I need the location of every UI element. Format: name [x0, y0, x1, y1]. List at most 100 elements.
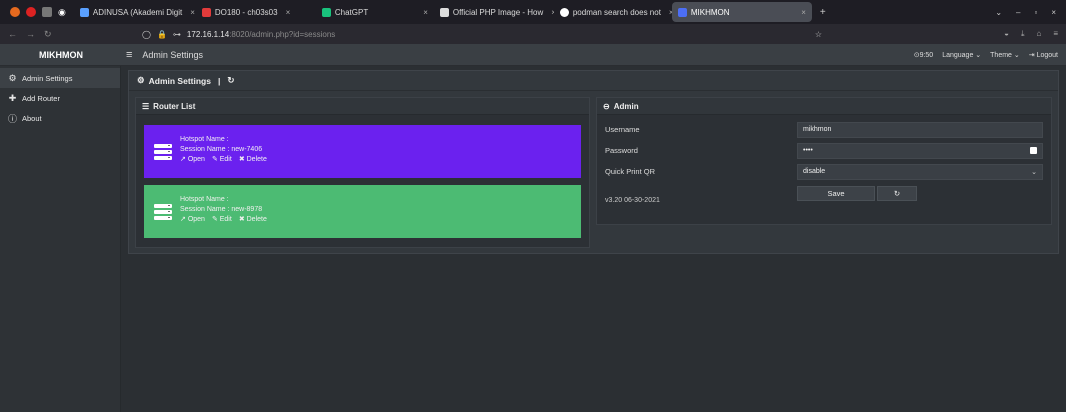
sidebar: ⚙ Admin Settings ✚ Add Router ⓘ About — [0, 66, 121, 412]
info-icon: ⓘ — [8, 113, 18, 124]
plus-icon: ✚ — [8, 92, 17, 103]
card-body: ☰ Router List Hotspot Name : Session Nam… — [129, 91, 1058, 248]
tab-php-image[interactable]: Official PHP Image - How × — [434, 2, 554, 22]
delete-link[interactable]: ✖ Delete — [239, 215, 267, 225]
card-header: ⚙ Admin Settings | ↻ — [129, 71, 1058, 91]
admin-header: ⊖ Admin — [597, 98, 1051, 115]
close-icon[interactable]: × — [423, 8, 428, 17]
admin-form: Username mikhmon Password •••• Quick Pri… — [597, 115, 1051, 204]
chevron-down-icon[interactable]: ⌄ — [995, 8, 1002, 17]
password-row: Password •••• — [605, 140, 1043, 161]
theme-dropdown[interactable]: Theme ⌄ — [990, 51, 1020, 59]
gear-icon: ⚙ — [8, 72, 17, 83]
new-tab-icon[interactable]: + — [820, 7, 826, 18]
sidebar-item-label: About — [22, 113, 42, 123]
qr-select[interactable]: disable ⌄ — [797, 163, 1043, 180]
sidebar-item-label: Add Router — [22, 93, 60, 103]
username-label: Username — [605, 125, 640, 134]
key-icon: ⊶ — [172, 29, 181, 39]
qr-row: Quick Print QR disable ⌄ — [605, 161, 1043, 182]
firefox-icon[interactable] — [10, 7, 20, 17]
record-icon[interactable] — [26, 7, 36, 17]
close-icon[interactable]: × — [286, 8, 291, 17]
tab-favicon — [439, 7, 449, 17]
pocket-icon[interactable]: ◒ — [1004, 29, 1009, 39]
hotspot-name: Hotspot Name : — [180, 195, 229, 203]
tab-favicon — [79, 7, 89, 17]
sidebar-item-admin-settings[interactable]: ⚙ Admin Settings — [0, 68, 120, 88]
title-separator: | — [217, 75, 221, 86]
username-field[interactable]: mikhmon — [797, 121, 1043, 138]
forward-icon[interactable]: → — [26, 29, 35, 40]
bookmark-star-icon[interactable]: ☆ — [815, 30, 822, 39]
save-button[interactable]: Save — [797, 186, 875, 201]
open-link[interactable]: ↗ Open — [180, 215, 205, 225]
close-window-icon[interactable]: × — [1051, 8, 1056, 17]
main-content: ⚙ Admin Settings | ↻ ☰ Router List Hotsp… — [121, 66, 1066, 412]
sidebar-item-add-router[interactable]: ✚ Add Router — [0, 88, 120, 108]
close-icon[interactable]: × — [801, 8, 806, 17]
tab-do180[interactable]: DO180 - ch03s03 × — [196, 2, 316, 22]
minimize-icon[interactable]: – — [1016, 8, 1020, 17]
card-title: Admin Settings — [148, 75, 211, 86]
close-icon[interactable]: × — [190, 8, 195, 17]
tab-favicon — [677, 7, 687, 17]
reload-button[interactable]: ↻ — [877, 186, 917, 201]
tab-podman[interactable]: podman search does not × — [554, 2, 672, 22]
tab-favicon — [321, 7, 331, 17]
tab-adinusa[interactable]: ADINUSA (Akademi Digit × — [74, 2, 196, 22]
hamburger-icon[interactable]: ≡ — [126, 49, 132, 61]
router-card: Hotspot Name : Session Name : new-7406 ↗… — [144, 125, 581, 178]
server-icon — [154, 143, 172, 160]
sidebar-item-label: Admin Settings — [22, 73, 73, 83]
window-icons: ◉ — [2, 7, 74, 18]
list-icon: ☰ — [142, 101, 150, 111]
chevron-down-icon: ⌄ — [1031, 168, 1037, 176]
refresh-icon[interactable]: ↻ — [227, 75, 234, 86]
github-icon[interactable]: ◉ — [58, 7, 66, 18]
download-icon[interactable]: ⤓ — [1021, 29, 1025, 39]
tab-favicon — [559, 7, 569, 17]
app-body: ⚙ Admin Settings ✚ Add Router ⓘ About ⚙ … — [0, 66, 1066, 412]
admin-settings-card: ⚙ Admin Settings | ↻ ☰ Router List Hotsp… — [128, 70, 1059, 254]
url-bar[interactable]: ◯ 🔒 ⊶ 172.16.1.14:8020/admin.php?id=sess… — [142, 30, 902, 39]
url-path: :8020/admin.php?id=sessions — [229, 29, 336, 39]
router-list: Hotspot Name : Session Name : new-7406 ↗… — [136, 115, 589, 238]
tab-mikhmon[interactable]: MIKHMON × — [671, 2, 812, 22]
edit-link[interactable]: ✎ Edit — [212, 215, 232, 225]
tab-favicon — [201, 7, 211, 17]
url-host: 172.16.1.14 — [186, 29, 230, 39]
tab-chatgpt[interactable]: ChatGPT × — [316, 2, 434, 22]
header-right: ⊙9:50 Language ⌄ Theme ⌄ ⇥ Logout — [914, 51, 1066, 59]
sidebar-item-about[interactable]: ⓘ About — [0, 108, 120, 128]
edit-link[interactable]: ✎ Edit — [212, 155, 232, 165]
app-header: MIKHMON ≡ Admin Settings ⊙9:50 Language … — [0, 44, 1066, 66]
delete-link[interactable]: ✖ Delete — [239, 155, 267, 165]
open-link[interactable]: ↗ Open — [180, 155, 205, 165]
session-name: Session Name : new-8978 — [180, 205, 263, 213]
shield-icon: ◯ — [142, 29, 151, 39]
reload-icon[interactable]: ↻ — [44, 29, 52, 40]
router-info: Hotspot Name : Session Name : new-8978 ↗… — [180, 195, 267, 225]
app-icon[interactable] — [42, 7, 52, 17]
window-controls: ⌄ – ▫ × — [995, 8, 1066, 17]
menu-icon[interactable]: ≡ — [1053, 29, 1058, 39]
back-icon[interactable]: ← — [8, 29, 17, 40]
logout-button[interactable]: ⇥ Logout — [1029, 51, 1058, 59]
page-title: Admin Settings — [142, 49, 203, 60]
username-row: Username mikhmon — [605, 119, 1043, 140]
password-label: Password — [605, 146, 638, 155]
hotspot-name: Hotspot Name : — [180, 135, 229, 143]
admin-title: Admin — [613, 101, 639, 111]
extensions-icon[interactable]: ⌂ — [1036, 29, 1041, 39]
maximize-icon[interactable]: ▫ — [1034, 8, 1037, 17]
router-actions: ↗ Open ✎ Edit ✖ Delete — [180, 215, 267, 225]
server-icon — [154, 203, 172, 220]
router-card: Hotspot Name : Session Name : new-8978 ↗… — [144, 185, 581, 238]
router-list-title: Router List — [153, 101, 196, 111]
language-dropdown[interactable]: Language ⌄ — [942, 51, 981, 59]
refresh-icon: ↻ — [893, 189, 901, 198]
show-password-checkbox[interactable] — [1030, 147, 1037, 154]
brand-logo[interactable]: MIKHMON — [0, 50, 122, 60]
password-field[interactable]: •••• — [797, 142, 1043, 159]
